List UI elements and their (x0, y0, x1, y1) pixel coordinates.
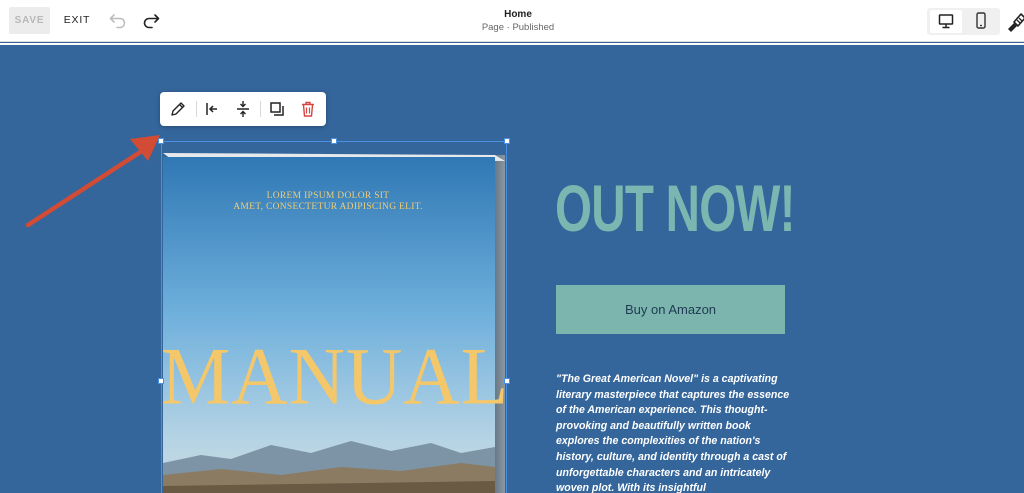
toolbar-divider (196, 101, 197, 117)
desktop-icon (938, 14, 954, 29)
book-cover-title: MANUAL (161, 329, 507, 422)
annotation-arrow-icon (25, 135, 160, 228)
buy-on-amazon-button[interactable]: Buy on Amazon (556, 285, 785, 334)
resize-handle-right[interactable] (504, 378, 510, 384)
page-title: Home (504, 9, 532, 20)
resize-handle-left[interactable] (158, 378, 164, 384)
book-description[interactable]: "The Great American Novel" is a captivat… (556, 372, 796, 493)
mobile-view-button[interactable] (965, 10, 997, 33)
page-status: Page · Published (481, 22, 555, 33)
resize-handle-top-right[interactable] (504, 138, 510, 144)
desktop-view-button[interactable] (930, 10, 962, 33)
resize-handle-top[interactable] (331, 138, 337, 144)
paintbrush-icon[interactable] (1005, 10, 1024, 32)
align-left-icon[interactable] (202, 99, 222, 119)
duplicate-icon[interactable] (267, 99, 287, 119)
pencil-icon[interactable] (168, 99, 188, 119)
editor-top-bar: SAVE EXIT Home Page · Published (0, 0, 1024, 42)
header-divider (0, 43, 1024, 45)
book-tagline-line1: LOREM IPSUM DOLOR SIT (266, 191, 390, 201)
book-tagline: LOREM IPSUM DOLOR SIT AMET, CONSECTETUR … (161, 191, 495, 213)
trash-icon[interactable] (298, 99, 318, 119)
vertical-fit-icon[interactable] (233, 99, 253, 119)
toolbar-divider (260, 101, 261, 117)
mobile-icon (976, 12, 986, 29)
headline[interactable]: OUT NOW! (555, 170, 795, 246)
image-block-toolbar (160, 92, 326, 126)
book-cover-image[interactable]: LOREM IPSUM DOLOR SIT AMET, CONSECTETUR … (161, 141, 507, 493)
book-tagline-line2: AMET, CONSECTETUR ADIPISCING ELIT. (233, 202, 423, 212)
